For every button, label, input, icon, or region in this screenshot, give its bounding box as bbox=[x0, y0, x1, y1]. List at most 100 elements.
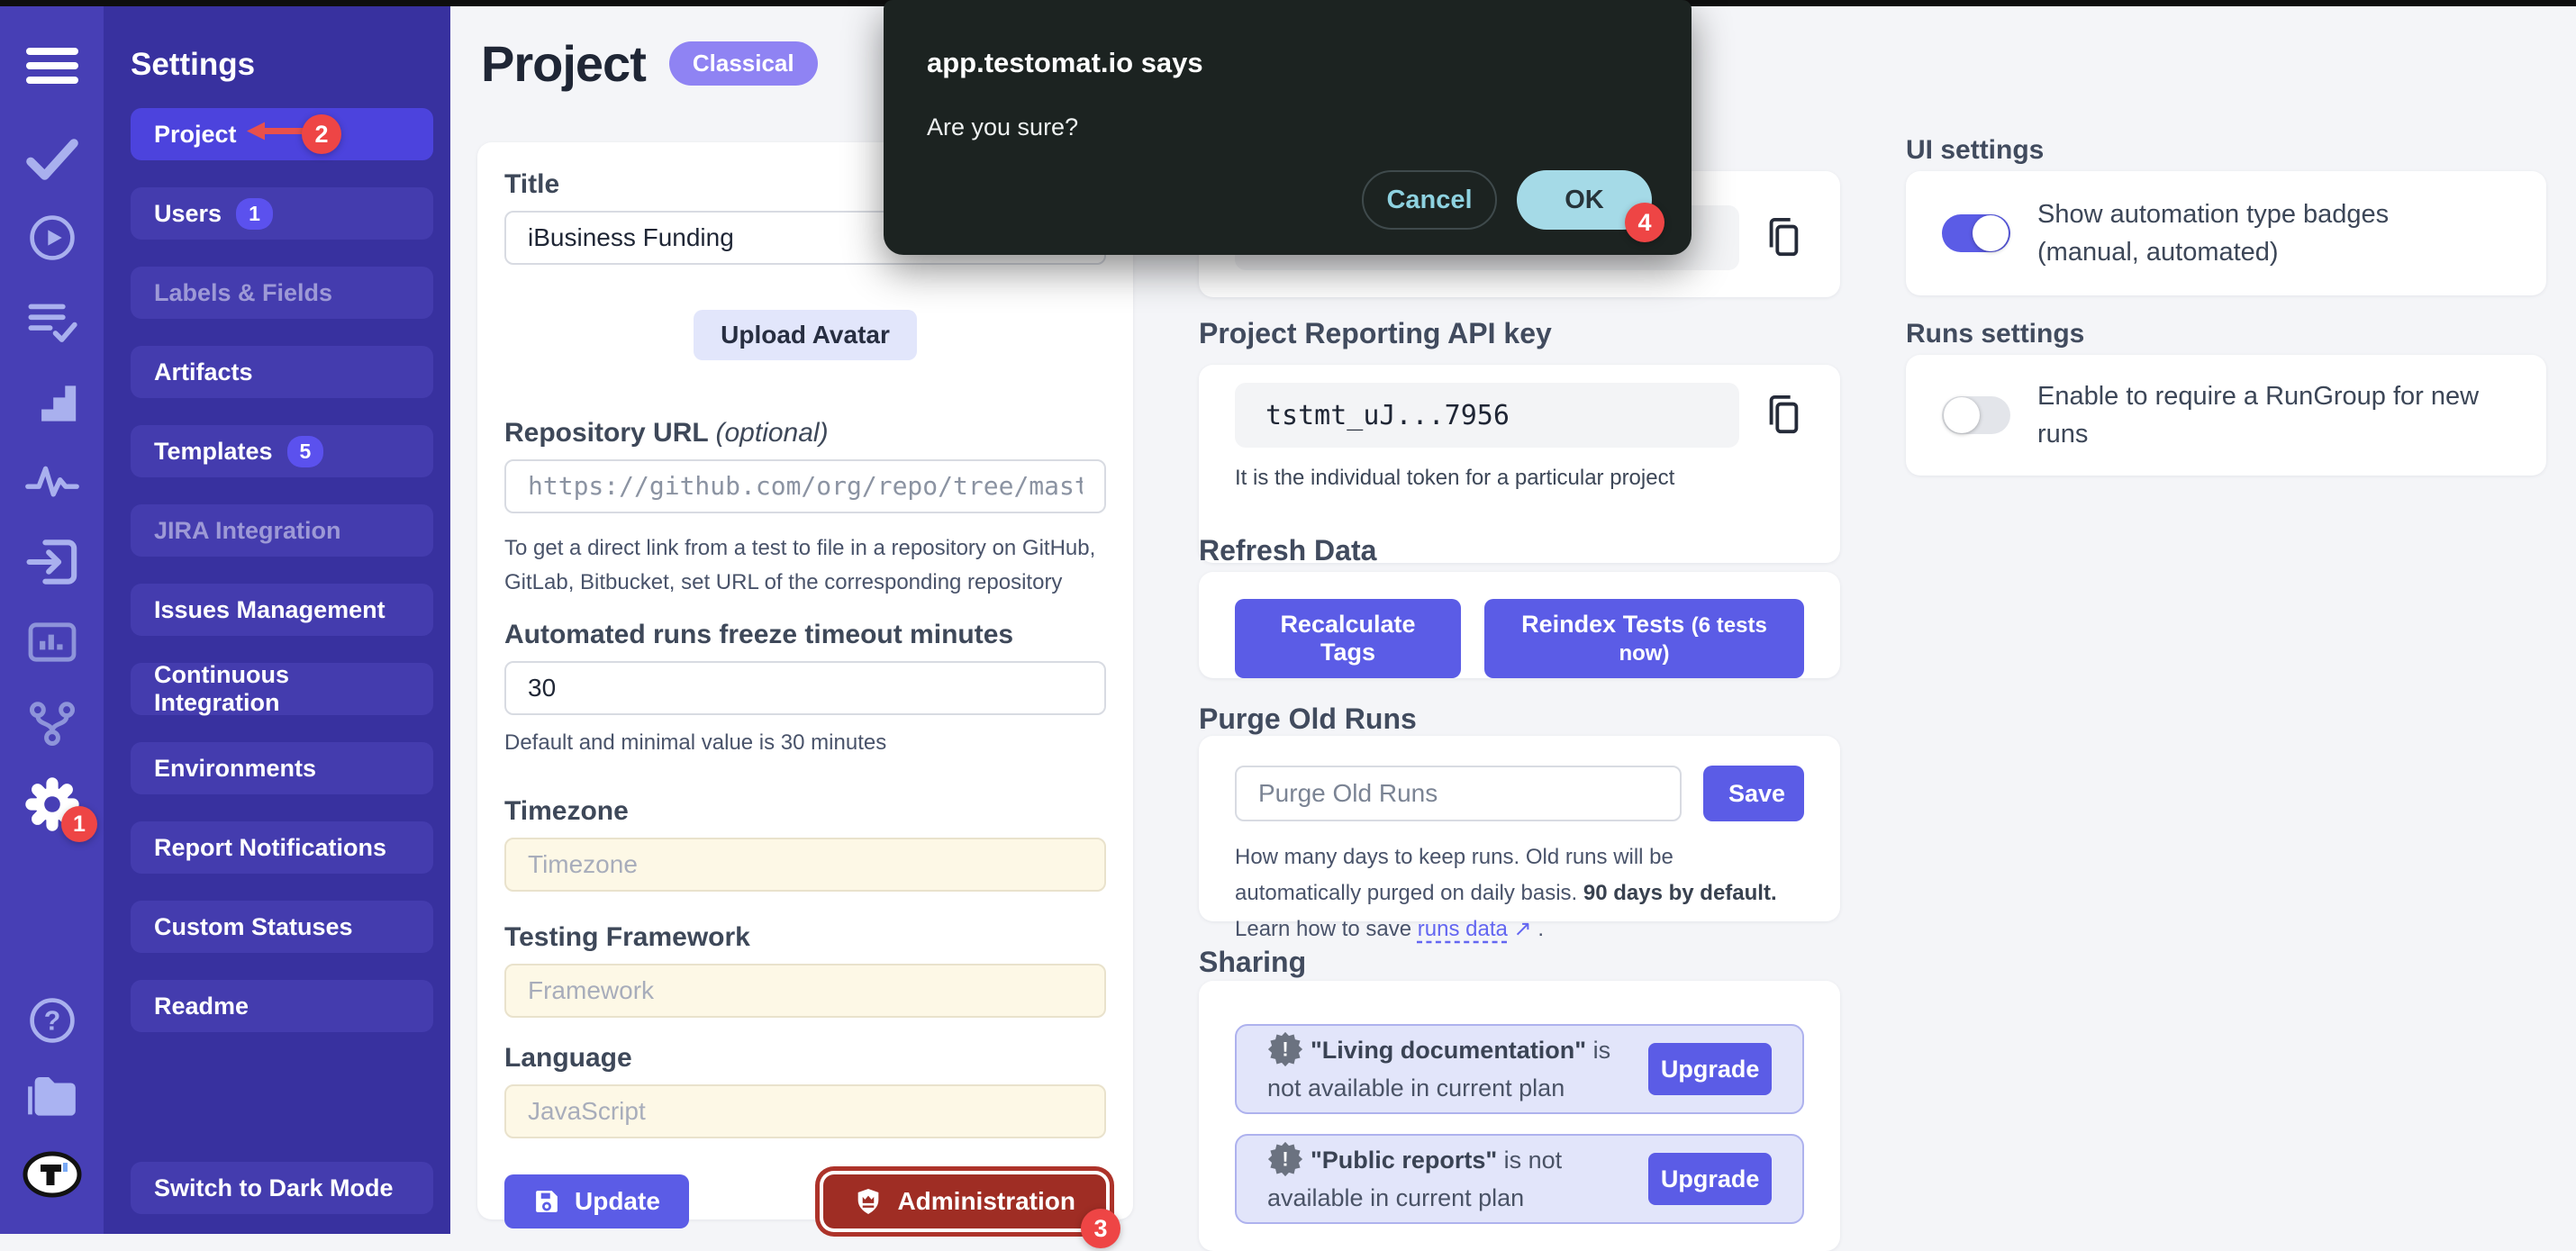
sidebar-item-labels-fields[interactable]: Labels & Fields bbox=[131, 267, 433, 319]
annotation-badge-3: 3 bbox=[1081, 1209, 1120, 1248]
play-circle-icon[interactable] bbox=[0, 209, 104, 267]
rungroup-required-toggle[interactable] bbox=[1942, 396, 2010, 434]
language-label: Language bbox=[504, 1043, 1106, 1074]
sidebar-item-continuous-integration[interactable]: Continuous Integration bbox=[131, 663, 433, 715]
sidebar-item-artifacts[interactable]: Artifacts bbox=[131, 346, 433, 398]
reporting-api-key-card: tstmt_uJ...7956 It is the individual tok… bbox=[1199, 365, 1840, 563]
project-form-card: Title Upload Avatar Repository URL (opti… bbox=[477, 142, 1133, 1219]
runs-settings-label: Runs settings bbox=[1906, 319, 2084, 349]
plan-seal-icon: ! bbox=[1267, 1141, 1303, 1177]
save-button[interactable]: Save bbox=[1703, 766, 1804, 821]
dark-mode-toggle-item[interactable]: Switch to Dark Mode bbox=[131, 1162, 433, 1214]
sidebar-item-templates[interactable]: Templates 5 bbox=[131, 425, 433, 477]
sidebar-item-environments[interactable]: Environments bbox=[131, 742, 433, 794]
sidebar-item-jira-integration[interactable]: JIRA Integration bbox=[131, 504, 433, 557]
copy-button[interactable] bbox=[1763, 393, 1804, 438]
upgrade-button[interactable]: Upgrade bbox=[1648, 1043, 1772, 1095]
automation-badges-toggle[interactable] bbox=[1942, 214, 2010, 252]
ui-settings-card: Show automation type badges (manual, aut… bbox=[1906, 171, 2546, 295]
freeze-timeout-help: Default and minimal value is 30 minutes bbox=[504, 726, 1106, 760]
sign-in-icon[interactable] bbox=[0, 533, 104, 591]
testing-framework-label: Testing Framework bbox=[504, 922, 1106, 953]
git-branch-icon[interactable] bbox=[0, 694, 104, 752]
reindex-tests-button[interactable]: Reindex Tests (6 tests now) bbox=[1484, 599, 1804, 678]
menu-icon[interactable] bbox=[0, 37, 104, 95]
svg-text:!: ! bbox=[1282, 1147, 1288, 1170]
users-count-badge: 1 bbox=[236, 198, 273, 230]
update-button[interactable]: Update bbox=[504, 1174, 689, 1228]
sidebar-item-issues-management[interactable]: Issues Management bbox=[131, 584, 433, 636]
repository-url-help: To get a direct link from a test to file… bbox=[504, 531, 1106, 600]
folder-icon[interactable] bbox=[0, 1068, 104, 1126]
purge-old-runs-label: Purge Old Runs bbox=[1199, 703, 1417, 736]
annotation-badge-2: 2 bbox=[302, 114, 341, 154]
reporting-api-key-label: Project Reporting API key bbox=[1199, 317, 1552, 350]
icon-rail: 1 ? bbox=[0, 0, 104, 1234]
api-key-help: It is the individual token for a particu… bbox=[1235, 466, 1804, 491]
sidebar-item-custom-statuses[interactable]: Custom Statuses bbox=[131, 901, 433, 953]
purge-days-input[interactable] bbox=[1235, 766, 1682, 821]
administration-button[interactable]: Administration bbox=[823, 1174, 1106, 1228]
gear-notification-badge: 1 bbox=[61, 806, 97, 842]
annotation-arrow-icon bbox=[245, 120, 304, 150]
runs-settings-card: Enable to require a RunGroup for new run… bbox=[1906, 355, 2546, 476]
upgrade-button[interactable]: Upgrade bbox=[1648, 1153, 1772, 1205]
timezone-input[interactable] bbox=[504, 838, 1106, 892]
sidebar-item-readme[interactable]: Readme bbox=[131, 980, 433, 1032]
plan-alert-text: !"Living documentation" is not available… bbox=[1267, 1031, 1648, 1107]
freeze-timeout-input[interactable] bbox=[504, 661, 1106, 715]
automation-badges-text: Show automation type badges (manual, aut… bbox=[2037, 195, 2452, 271]
recalculate-tags-button[interactable]: Recalculate Tags bbox=[1235, 599, 1461, 678]
copy-icon bbox=[1763, 215, 1804, 260]
public-reports-plan-alert: !"Public reports" is not available in cu… bbox=[1235, 1134, 1804, 1224]
svg-text:?: ? bbox=[43, 1007, 60, 1037]
svg-text:!: ! bbox=[1282, 1038, 1288, 1060]
living-documentation-plan-alert: !"Living documentation" is not available… bbox=[1235, 1024, 1804, 1114]
templates-count-badge: 5 bbox=[287, 436, 324, 467]
gear-icon[interactable]: 1 bbox=[0, 775, 104, 833]
admin-shield-icon bbox=[854, 1187, 883, 1216]
activity-icon[interactable] bbox=[0, 452, 104, 510]
sharing-label: Sharing bbox=[1199, 946, 1306, 979]
project-type-badge: Classical bbox=[669, 41, 818, 86]
ui-settings-label: UI settings bbox=[1906, 135, 2044, 166]
refresh-data-card: Recalculate Tags Reindex Tests (6 tests … bbox=[1199, 572, 1840, 678]
testomat-logo[interactable] bbox=[0, 1146, 104, 1203]
plan-alert-text: !"Public reports" is not available in cu… bbox=[1267, 1141, 1648, 1217]
sidebar-item-project[interactable]: Project 2 bbox=[131, 108, 433, 160]
copy-icon bbox=[1763, 393, 1804, 438]
copy-button[interactable] bbox=[1763, 215, 1804, 260]
timezone-label: Timezone bbox=[504, 796, 1106, 827]
settings-sidebar: Settings Project 2 Users 1 Labels & Fiel… bbox=[104, 0, 450, 1234]
help-icon[interactable]: ? bbox=[0, 992, 104, 1049]
sharing-card: !"Living documentation" is not available… bbox=[1199, 981, 1840, 1251]
sidebar-item-report-notifications[interactable]: Report Notifications bbox=[131, 821, 433, 874]
steps-icon[interactable] bbox=[0, 372, 104, 430]
sidebar-item-users[interactable]: Users 1 bbox=[131, 187, 433, 240]
repository-url-label: Repository URL (optional) bbox=[504, 418, 1106, 449]
upload-avatar-button[interactable]: Upload Avatar bbox=[694, 310, 917, 360]
cancel-button[interactable]: Cancel bbox=[1362, 170, 1497, 230]
page-title: Project bbox=[481, 34, 646, 93]
bar-chart-icon[interactable] bbox=[0, 613, 104, 671]
purge-help-text: How many days to keep runs. Old runs wil… bbox=[1235, 839, 1804, 947]
repository-url-input[interactable] bbox=[504, 459, 1106, 513]
sidebar-title: Settings bbox=[131, 47, 450, 83]
dialog-title: app.testomat.io says bbox=[927, 47, 1648, 79]
save-floppy-icon bbox=[533, 1188, 560, 1215]
runs-data-link[interactable]: runs data bbox=[1418, 917, 1508, 941]
api-key-value: tstmt_uJ...7956 bbox=[1235, 383, 1739, 448]
language-input[interactable] bbox=[504, 1084, 1106, 1138]
plan-seal-icon: ! bbox=[1267, 1031, 1303, 1067]
purge-old-runs-card: Save How many days to keep runs. Old run… bbox=[1199, 736, 1840, 921]
testing-framework-input[interactable] bbox=[504, 964, 1106, 1018]
dialog-message: Are you sure? bbox=[927, 113, 1648, 141]
refresh-data-label: Refresh Data bbox=[1199, 534, 1376, 567]
check-icon[interactable] bbox=[0, 131, 104, 188]
browser-confirm-dialog: app.testomat.io says Are you sure? Cance… bbox=[884, 0, 1692, 255]
freeze-timeout-label: Automated runs freeze timeout minutes bbox=[504, 620, 1106, 650]
annotation-badge-4: 4 bbox=[1625, 203, 1664, 242]
list-check-icon[interactable] bbox=[0, 293, 104, 350]
rungroup-required-text: Enable to require a RunGroup for new run… bbox=[2037, 377, 2510, 453]
external-link-icon: ↗ bbox=[1514, 917, 1532, 941]
